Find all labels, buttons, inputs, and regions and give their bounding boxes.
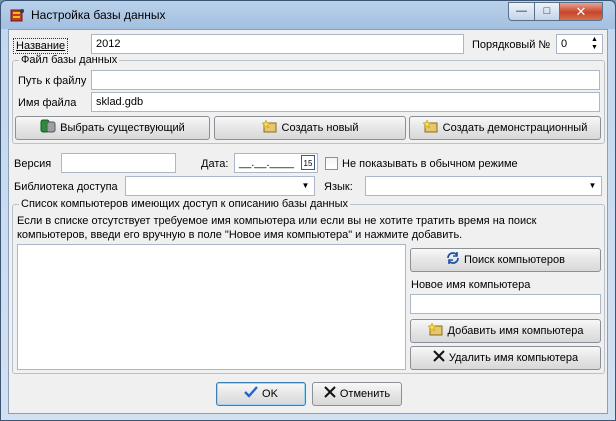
existing-db-icon (40, 119, 56, 137)
language-label: Язык: (324, 181, 353, 193)
create-demo-button[interactable]: Создать демонстрационный (409, 116, 601, 140)
date-value: __.__.____ (239, 157, 295, 169)
filename-input[interactable]: sklad.gdb (91, 92, 600, 112)
maximize-button[interactable]: □ (534, 2, 560, 21)
calendar-icon[interactable]: 15 (301, 155, 315, 170)
choose-existing-label: Выбрать существующий (60, 122, 185, 134)
version-label: Версия (14, 158, 52, 170)
hide-label: Не показывать в обычном режиме (342, 158, 518, 170)
add-icon (426, 322, 444, 340)
ok-label: OK (262, 388, 278, 400)
create-new-button[interactable]: Создать новый (214, 116, 406, 140)
add-computer-label: Добавить имя компьютера (447, 325, 584, 337)
language-select[interactable]: ▼ (365, 176, 602, 196)
demo-db-icon (421, 119, 439, 137)
new-db-icon (260, 119, 278, 137)
new-computer-name-input[interactable] (410, 294, 601, 314)
name-input[interactable]: 2012 (91, 34, 464, 54)
ok-button[interactable]: OK (216, 382, 306, 406)
cancel-label: Отменить (339, 388, 391, 400)
search-computers-button[interactable]: Поиск компьютеров (410, 248, 601, 272)
filename-label: Имя файла (18, 97, 77, 109)
order-number-spinner[interactable]: 0 ▲ ▼ (556, 34, 603, 54)
create-demo-label: Создать демонстрационный (442, 122, 588, 134)
cancel-icon (324, 386, 336, 402)
new-computer-name-label: Новое имя компьютера (411, 279, 531, 291)
computers-group-title: Список компьютеров имеющих доступ к опис… (19, 198, 351, 210)
help-text-line-2: компьютеров, введи его вручную в поле "Н… (17, 229, 463, 241)
search-computers-label: Поиск компьютеров (464, 254, 565, 266)
spin-arrows-icon[interactable]: ▲ ▼ (587, 35, 602, 53)
close-button[interactable]: ✕ (559, 2, 603, 21)
dialog-client-area: Название 2012 Порядковый № 0 ▲ ▼ Файл баз… (8, 29, 608, 414)
name-label: Название (13, 38, 69, 54)
database-file-group-title: Файл базы данных (19, 54, 120, 66)
close-icon: ✕ (575, 4, 587, 19)
add-computer-button[interactable]: Добавить имя компьютера (410, 319, 601, 343)
minimize-icon: — (516, 5, 527, 17)
delete-computer-label: Удалить имя компьютера (448, 352, 579, 364)
choose-existing-button[interactable]: Выбрать существующий (15, 116, 210, 140)
delete-icon (433, 350, 445, 366)
check-icon (244, 386, 258, 402)
maximize-icon: □ (543, 5, 551, 17)
computers-listbox[interactable] (17, 244, 406, 370)
order-number-value: 0 (561, 38, 568, 50)
date-label: Дата: (201, 158, 229, 170)
dialog-window: Настройка базы данных — □ ✕ Название 201… (0, 0, 616, 421)
title-bar[interactable]: Настройка базы данных — □ ✕ (1, 1, 615, 29)
chevron-down-icon[interactable]: ▼ (584, 177, 601, 195)
create-new-label: Создать новый (281, 122, 359, 134)
hide-checkbox[interactable] (325, 157, 338, 170)
order-number-label: Порядковый № (472, 39, 551, 51)
delete-computer-button[interactable]: Удалить имя компьютера (410, 346, 601, 370)
date-input[interactable]: __.__.____ 15 (234, 153, 318, 173)
minimize-button[interactable]: — (508, 2, 535, 21)
cancel-button[interactable]: Отменить (312, 382, 402, 406)
refresh-icon (446, 251, 460, 269)
chevron-down-icon[interactable]: ▼ (297, 177, 314, 195)
library-label: Библиотека доступа (14, 181, 118, 193)
version-input[interactable] (61, 153, 176, 173)
library-select[interactable]: ▼ (125, 176, 315, 196)
window-title: Настройка базы данных (31, 8, 166, 22)
database-config-icon (9, 7, 25, 23)
help-text-line-1: Если в списке отсутствует требуемое имя … (17, 215, 537, 227)
path-label: Путь к файлу (18, 75, 87, 87)
path-input[interactable] (91, 70, 600, 90)
